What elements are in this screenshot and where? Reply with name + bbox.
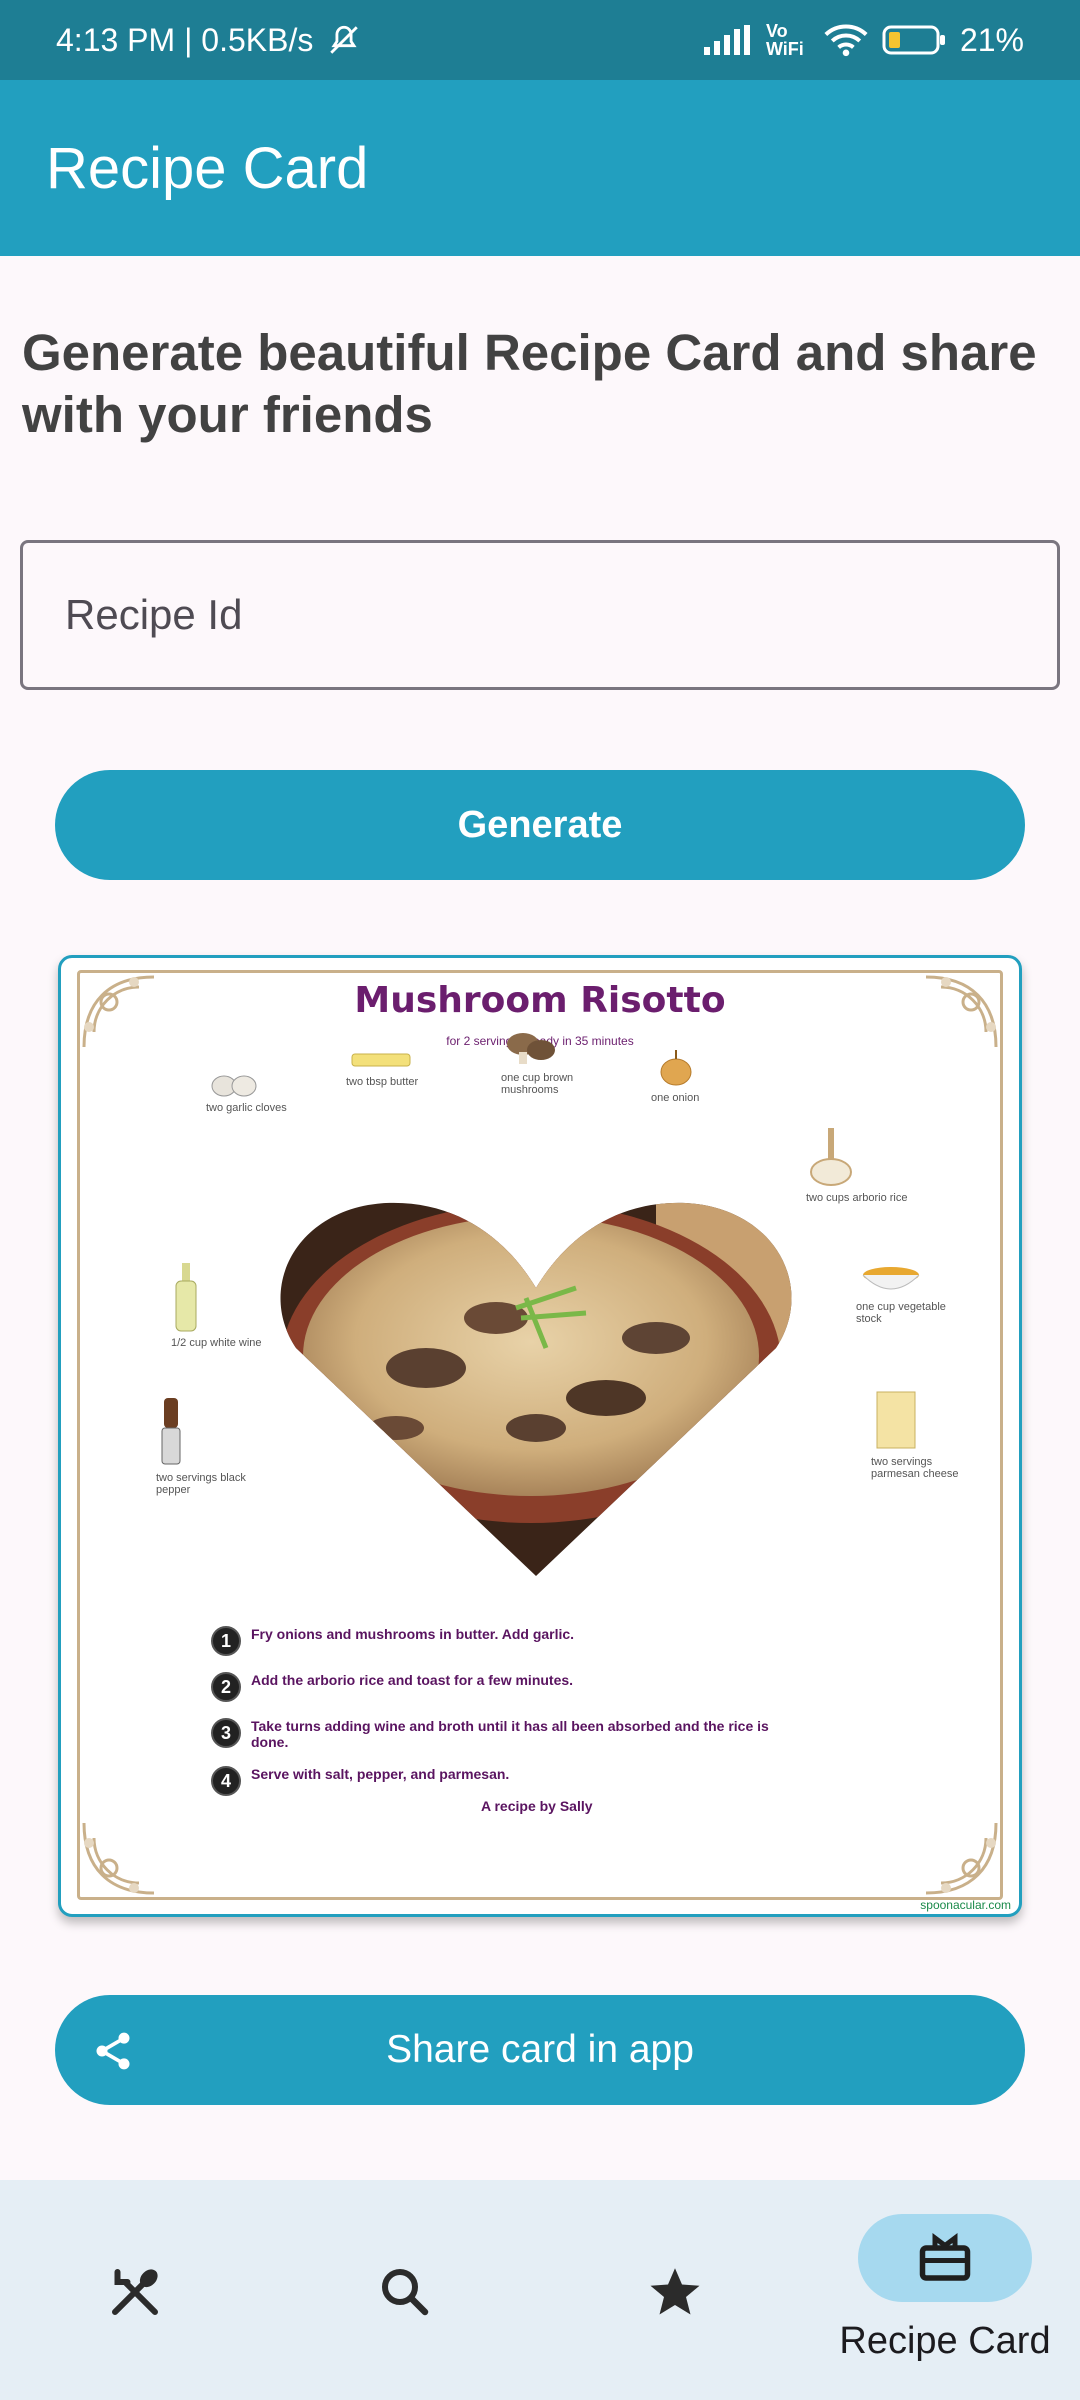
ingredient-onion: one onion [651,1048,761,1104]
ingredient-label: one cup brown mushrooms [501,1072,574,1096]
generate-button[interactable]: Generate [55,770,1025,880]
recipe-card-icon [919,2233,971,2281]
step-item: 1 Fry onions and mushrooms in butter. Ad… [211,1626,771,1656]
rice-spoon-icon [810,1128,852,1186]
butter-icon [351,1053,411,1067]
share-button-label: Share card in app [386,2028,694,2071]
nav-item-recipes[interactable] [0,2180,270,2400]
page-headline: Generate beautiful Recipe Card and share… [22,324,1037,443]
ingredient-parmesan: two servings parmesan cheese [871,1388,981,1480]
recipe-id-field [20,540,1060,690]
wine-bottle-icon [175,1263,197,1332]
card-watermark: spoonacular.com [920,1898,1011,1912]
ingredient-label: one onion [651,1092,700,1104]
step-item: 3 Take turns adding wine and broth until… [211,1718,771,1750]
step-number: 3 [211,1718,241,1748]
ingredient-rice: two cups arborio rice [806,1128,916,1204]
app-bar: Recipe Card [0,80,1080,256]
nav-item-recipe-card[interactable]: Recipe Card [810,2180,1080,2400]
status-bar: 4:13 PM | 0.5KB/s Vo WiFi 21% [0,0,1080,80]
nav-item-favorites[interactable] [540,2180,810,2400]
step-number: 1 [211,1626,241,1656]
stock-bowl-icon [862,1267,920,1290]
onion-icon [660,1050,692,1086]
share-card-button[interactable]: Share card in app [55,1995,1025,2105]
step-text: Take turns adding wine and broth until i… [251,1718,769,1750]
step-number: 4 [211,1766,241,1796]
mushroom-icon [507,1033,555,1064]
status-right: Vo WiFi 21% [703,21,1024,59]
ingredient-label: two servings parmesan cheese [871,1456,959,1480]
star-icon [650,2268,700,2315]
step-text: Fry onions and mushrooms in butter. Add … [251,1626,575,1642]
step-text: Add the arborio rice and toast for a few… [251,1672,574,1688]
bottom-navigation: Recipe Card [0,2180,1080,2400]
status-left: 4:13 PM | 0.5KB/s [56,22,361,59]
step-item: 4 Serve with salt, pepper, and parmesan. [211,1766,771,1796]
vowifi-label: Vo WiFi [765,21,804,59]
ornament-bottom-left-icon [82,1822,155,1895]
ingredient-garlic: two garlic cloves [206,1068,316,1114]
dish-photo [276,1198,796,1578]
ingredient-label: two garlic cloves [206,1102,287,1114]
nav-active-indicator [858,2214,1032,2302]
ingredient-butter: two tbsp butter [346,1048,456,1088]
ingredient-label: two cups arborio rice [806,1192,908,1204]
share-icon [96,2032,130,2070]
recipe-id-input[interactable] [23,543,1057,687]
recipe-byline: A recipe by Sally [481,1798,593,1814]
pepper-grinder-icon [161,1398,181,1465]
ingredient-black-pepper: two servings black pepper [156,1398,266,1496]
signal-icon [703,25,750,55]
cheese-icon [876,1391,916,1449]
nav-label: Recipe Card [839,2320,1051,2362]
recipe-card-preview: Mushroom Risotto for 2 servings - ready … [58,955,1022,1917]
ingredient-white-wine: 1/2 cup white wine [171,1263,281,1349]
mute-bell-icon [330,25,359,54]
ornament-bottom-right-icon [925,1822,998,1895]
recipe-steps: 1 Fry onions and mushrooms in butter. Ad… [211,1626,771,1812]
status-time: 4:13 PM | 0.5KB/s [56,21,314,58]
ingredient-label: two tbsp butter [346,1076,419,1088]
nav-item-search[interactable] [270,2180,540,2400]
search-icon [382,2269,429,2316]
wifi-icon [824,24,868,57]
app-title: Recipe Card [46,135,369,201]
card-title: Mushroom Risotto [354,980,726,1021]
fork-spoon-icon [112,2269,158,2315]
ingredient-label: 1/2 cup white wine [171,1337,262,1349]
step-text: Serve with salt, pepper, and parmesan. [251,1766,510,1782]
ingredient-label: two servings black pepper [156,1472,246,1496]
ingredient-label: one cup vegetable stock [856,1301,946,1325]
ingredient-vegetable-stock: one cup vegetable stock [856,1263,966,1325]
battery-percent: 21% [959,21,1024,58]
ingredient-mushrooms: one cup brown mushrooms [501,1028,611,1096]
battery-icon [882,25,945,55]
garlic-icon [211,1075,257,1097]
step-number: 2 [211,1672,241,1702]
step-item: 2 Add the arborio rice and toast for a f… [211,1672,771,1702]
risotto-heart-image [280,1202,792,1576]
